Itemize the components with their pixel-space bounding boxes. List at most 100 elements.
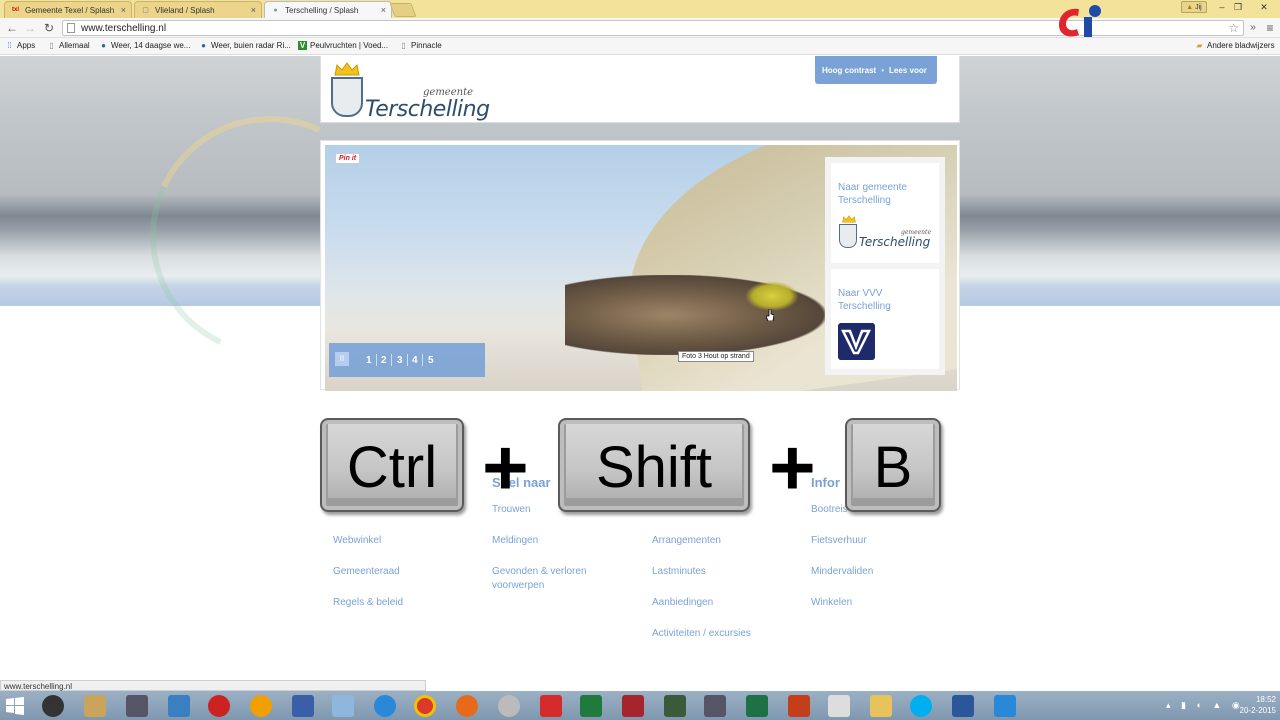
bookmark-apps[interactable]: ⁞⁞ Apps	[5, 41, 35, 50]
minimize-button[interactable]: –	[1214, 0, 1230, 14]
app-icon[interactable]	[828, 695, 850, 717]
card-gemeente[interactable]: Naar gemeente Terschelling gemeente Ters…	[831, 163, 939, 263]
ci-watermark-logo	[1059, 5, 1101, 37]
page-content: gemeente Terschelling Hoog contrast • Lees…	[0, 56, 1280, 680]
link-aanbiedingen[interactable]: Aanbiedingen	[652, 596, 713, 610]
bookmark-label: Allemaal	[59, 41, 90, 50]
word-icon[interactable]	[952, 695, 974, 717]
site-logo[interactable]: gemeente Terschelling	[331, 62, 490, 122]
doc-icon: ▯	[401, 41, 406, 50]
tab-close-icon[interactable]: ×	[381, 5, 386, 15]
internet-explorer-icon[interactable]	[994, 695, 1016, 717]
slide-number-2[interactable]: 2	[381, 355, 387, 366]
system-clock[interactable]: 18:52 20-2-2015	[1240, 694, 1276, 716]
coat-of-arms-icon	[839, 224, 857, 248]
folder-icon: ▰	[1196, 41, 1203, 50]
slide-number-3[interactable]: 3	[397, 355, 403, 366]
tab-title: Vlieland / Splash	[155, 6, 215, 15]
slide-number-4[interactable]: 4	[412, 355, 418, 366]
powerpoint-icon[interactable]	[788, 695, 810, 717]
link-webwinkel[interactable]: Webwinkel	[333, 534, 381, 548]
card-vvv[interactable]: Naar VVV Terschelling	[831, 269, 939, 369]
separator	[376, 354, 377, 366]
restore-button[interactable]: ❐	[1230, 0, 1246, 14]
link-winkelen[interactable]: Winkelen	[811, 596, 852, 610]
spreadsheet-icon[interactable]	[580, 695, 602, 717]
status-bar: www.terschelling.nl	[0, 680, 426, 691]
page-icon	[67, 23, 75, 33]
bookmark-allemaal[interactable]: ▯ Allemaal	[47, 41, 90, 50]
tab-close-icon[interactable]: ×	[121, 5, 126, 15]
tab-close-icon[interactable]: ×	[251, 5, 256, 15]
tab-vlieland[interactable]: ▢ Vlieland / Splash ×	[134, 1, 262, 18]
pin-it-button[interactable]: Pin it	[335, 153, 361, 164]
reload-button[interactable]: ↻	[41, 20, 57, 36]
vvv-logo-icon	[838, 323, 875, 360]
app-icon[interactable]	[84, 695, 106, 717]
app-icon[interactable]	[332, 695, 354, 717]
menu-icon[interactable]: ≡	[1262, 20, 1278, 36]
forward-button[interactable]: →	[22, 20, 38, 36]
link-meldingen[interactable]: Meldingen	[492, 534, 538, 548]
link-mindervaliden[interactable]: Mindervaliden	[811, 565, 873, 579]
start-windows-icon[interactable]	[4, 695, 26, 717]
link-bootreis[interactable]: Bootreis	[811, 503, 848, 517]
slide-number-1[interactable]: 1	[366, 355, 372, 366]
tab-texel[interactable]: txl Gemeente Texel / Splash ×	[4, 1, 132, 18]
apps-grid-icon: ⁞⁞	[7, 41, 12, 50]
firefox-icon[interactable]	[456, 695, 478, 717]
pause-button[interactable]: II	[335, 352, 349, 366]
tab-terschelling[interactable]: ● Terschelling / Splash ×	[264, 1, 392, 18]
coat-of-arms-icon	[331, 77, 363, 117]
plus-sign: +	[769, 423, 816, 512]
back-button[interactable]: ←	[4, 20, 20, 36]
media-app-icon[interactable]	[42, 695, 64, 717]
excel-icon[interactable]	[746, 695, 768, 717]
link-lastminutes[interactable]: Lastminutes	[652, 565, 706, 579]
link-activiteiten[interactable]: Activiteiten / excursies	[652, 627, 751, 641]
bookmark-label: Weer, buien radar Ri...	[211, 41, 291, 50]
app-icon[interactable]	[664, 695, 686, 717]
read-aloud-link[interactable]: Lees voor	[889, 66, 927, 75]
image-caption-tooltip: Foto 3 Hout op strand	[678, 351, 754, 362]
app-icon[interactable]	[498, 695, 520, 717]
separator	[422, 354, 423, 366]
app-icon[interactable]	[704, 695, 726, 717]
folder-icon[interactable]	[870, 695, 892, 717]
tab-title: Gemeente Texel / Splash	[25, 6, 115, 15]
bookmark-weer-14[interactable]: ● Weer, 14 daagse we...	[99, 41, 190, 50]
internet-explorer-icon[interactable]	[374, 695, 396, 717]
slide-number-5[interactable]: 5	[428, 355, 434, 366]
access-icon[interactable]	[622, 695, 644, 717]
extensions-chevron-icon[interactable]: »	[1245, 20, 1261, 36]
profile-name: Jij	[1195, 4, 1202, 11]
app-icon[interactable]	[168, 695, 190, 717]
bookmark-pinnacle[interactable]: ▯ Pinnacle	[399, 41, 441, 50]
headphones-icon[interactable]	[250, 695, 272, 717]
download-icon[interactable]	[540, 695, 562, 717]
tab-title: Terschelling / Splash	[285, 6, 359, 15]
bookmark-peulvruchten[interactable]: V Peulvruchten | Voed...	[298, 41, 388, 50]
link-gemeenteraad[interactable]: Gemeenteraad	[333, 565, 400, 579]
separator	[407, 354, 408, 366]
link-fietsverhuur[interactable]: Fietsverhuur	[811, 534, 867, 548]
bookmark-other[interactable]: ▰ Andere bladwijzers	[1195, 41, 1274, 50]
high-contrast-link[interactable]: Hoog contrast	[822, 66, 876, 75]
profile-badge[interactable]: ▲ Jij	[1181, 1, 1207, 13]
close-window-button[interactable]: ✕	[1256, 0, 1272, 14]
new-tab-button[interactable]	[389, 3, 417, 17]
app-icon[interactable]	[292, 695, 314, 717]
power-icon[interactable]	[208, 695, 230, 717]
link-regels-beleid[interactable]: Regels & beleid	[333, 596, 403, 610]
bookmark-star-icon[interactable]: ☆	[1228, 21, 1239, 35]
chrome-icon[interactable]	[414, 695, 436, 717]
link-arrangementen[interactable]: Arrangementen	[652, 534, 721, 548]
key-label: Shift	[595, 435, 713, 500]
bookmark-weer-buien[interactable]: ● Weer, buien radar Ri...	[199, 41, 291, 50]
bulb-favicon-icon: ●	[273, 7, 278, 14]
app-icon[interactable]	[126, 695, 148, 717]
terschelling-logo: gemeente Terschelling	[839, 215, 937, 255]
link-gevonden-verloren[interactable]: Gevonden & verloren voorwerpen	[492, 565, 612, 593]
tray-icons[interactable]: ▴ ▮ ◐ ▲ ◉	[1166, 700, 1244, 711]
skype-icon[interactable]	[910, 695, 932, 717]
